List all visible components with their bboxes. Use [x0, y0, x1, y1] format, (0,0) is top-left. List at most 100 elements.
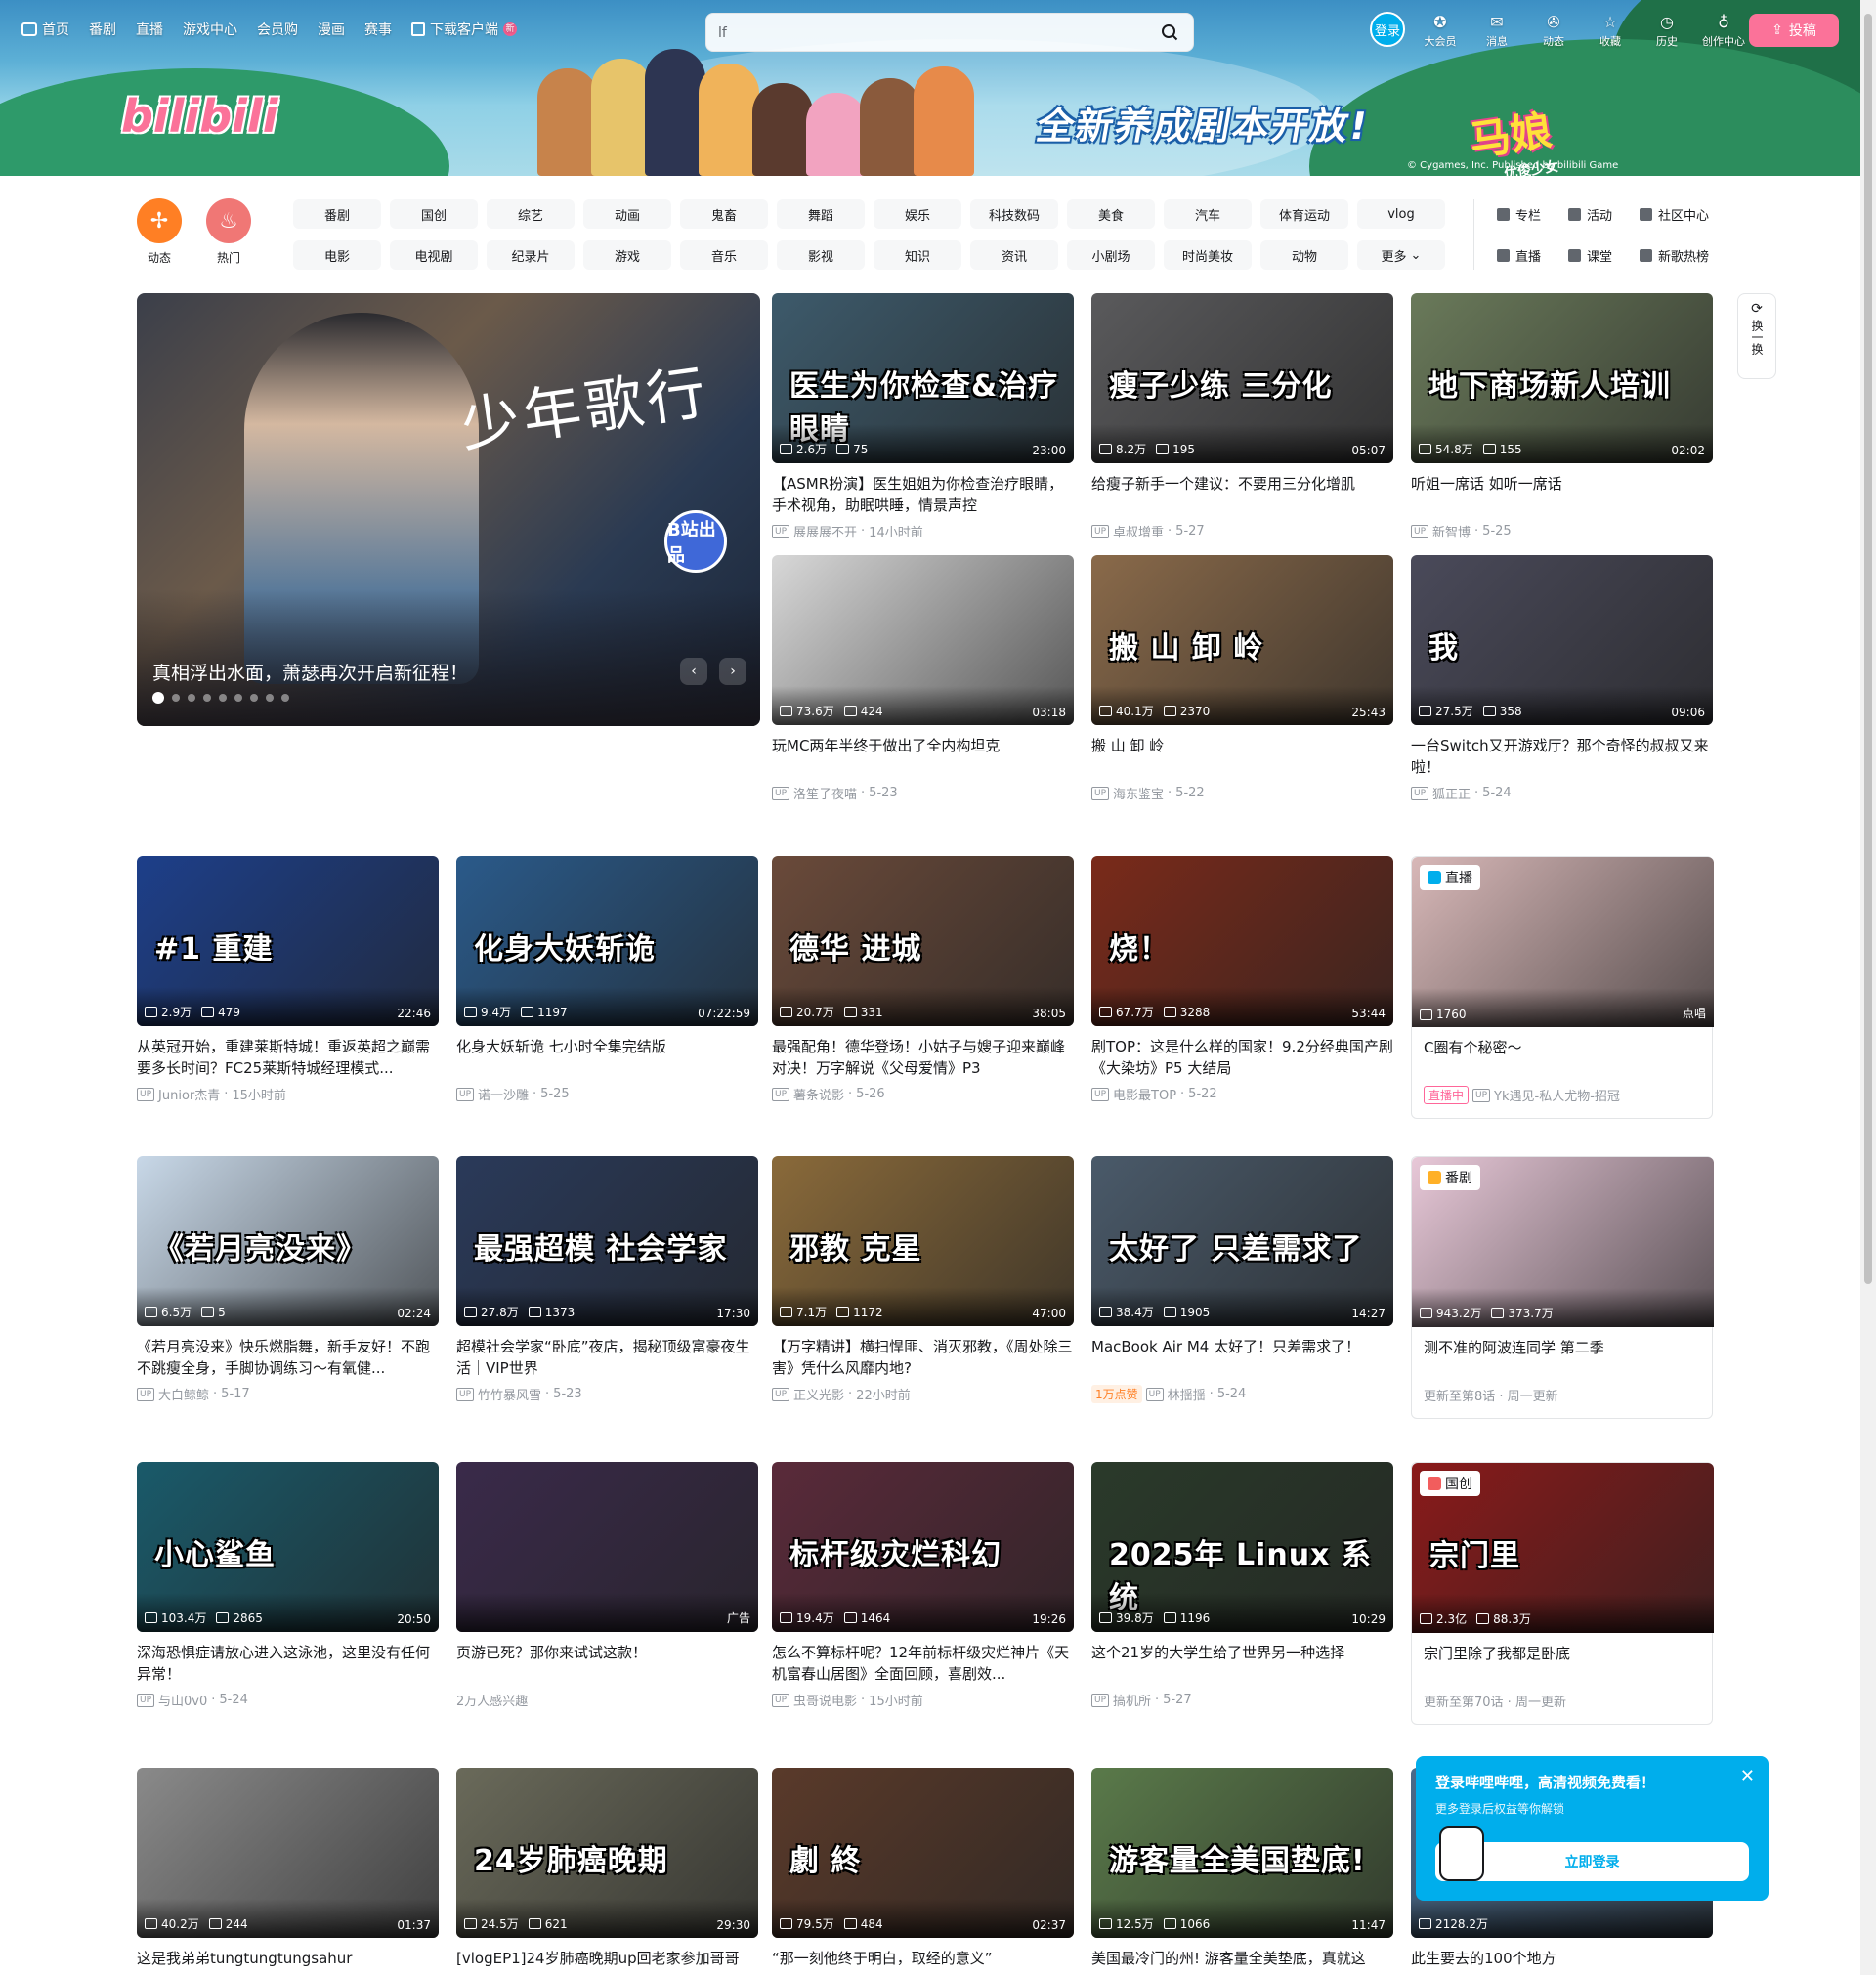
- uploader-name[interactable]: 狐正正: [1432, 784, 1471, 802]
- nav-download-client[interactable]: 下载客户端新: [411, 20, 517, 39]
- channel-button[interactable]: 鬼畜: [680, 199, 768, 229]
- video-thumbnail[interactable]: 瘦子少练 三分化 8.2万 195 05:07: [1091, 293, 1393, 463]
- video-card[interactable]: 劇 終 79.5万 484 02:37 “那一刻他终于明白，取经的意义”: [772, 1768, 1074, 1975]
- channel-button[interactable]: 资讯: [970, 240, 1058, 270]
- video-card[interactable]: 烧！ 67.7万 3288 53:44 剧TOP：这是什么样的国家！9.2分经典国产剧《…: [1091, 856, 1393, 1103]
- video-title[interactable]: 【万字精讲】横扫悍匪、消灭邪教，《周处除三害》凭什么风靡内地?: [772, 1336, 1074, 1379]
- video-title[interactable]: 从英冠开始，重建莱斯特城！重返英超之巅需要多长时间？FC25莱斯特城经理模式..…: [137, 1036, 439, 1079]
- video-title[interactable]: “那一刻他终于明白，取经的意义”: [772, 1948, 1074, 1975]
- carousel-dot[interactable]: [281, 694, 289, 702]
- video-card[interactable]: 《若月亮没来》 6.5万 5 02:24 《若月亮没来》快乐燃脂舞，新手友好！不跑不跳瘦…: [137, 1156, 439, 1403]
- video-thumbnail[interactable]: 德华 进城 20.7万 331 38:05: [772, 856, 1074, 1026]
- carousel-dot[interactable]: [266, 694, 274, 702]
- carousel-dot[interactable]: [152, 692, 164, 704]
- video-card[interactable]: 游客量全美国垫底! 12.5万 1066 11:47 美国最冷门的州! 游客量全美垫底，…: [1091, 1768, 1393, 1975]
- video-title[interactable]: 听姐一席话 如听一席话: [1411, 473, 1713, 516]
- nav-esports[interactable]: 赛事: [364, 20, 392, 39]
- video-card[interactable]: 化身大妖斩诡 9.4万 1197 07:22:59 化身大妖斩诡 七小时全集完结版 UP 诺…: [456, 856, 758, 1103]
- channel-button[interactable]: 小剧场: [1067, 240, 1155, 270]
- nav-member-shop[interactable]: 会员购: [257, 20, 298, 39]
- uploader-name[interactable]: 正义光影: [793, 1385, 844, 1403]
- nav-history[interactable]: ◷ 历史: [1645, 12, 1688, 49]
- video-thumbnail[interactable]: 小心鲨鱼 103.4万 2865 20:50: [137, 1462, 439, 1632]
- video-title[interactable]: 搬 山 卸 岭: [1091, 735, 1393, 778]
- video-card[interactable]: 地下商场新人培训 54.8万 155 02:02 听姐一席话 如听一席话 UP 新智博 · 5-…: [1411, 293, 1713, 540]
- video-title[interactable]: 此生要去的100个地方: [1411, 1948, 1713, 1975]
- nav-vip[interactable]: ✪ 大会员: [1419, 12, 1462, 49]
- upload-button[interactable]: ⇪ 投稿: [1749, 14, 1839, 47]
- channel-button[interactable]: 国创: [390, 199, 478, 229]
- video-card[interactable]: 标杆级灾烂科幻 19.4万 1464 19:26 怎么不算标杆呢？12年前标杆级灾烂神片…: [772, 1462, 1074, 1709]
- channel-button[interactable]: 纪录片: [487, 240, 575, 270]
- uploader-name[interactable]: 洛笙子夜喵: [793, 784, 857, 802]
- video-title[interactable]: 剧TOP：这是什么样的国家！9.2分经典国产剧《大染坊》P5 大结局: [1091, 1036, 1393, 1079]
- video-title[interactable]: 美国最冷门的州! 游客量全美垫底，真就这: [1091, 1948, 1393, 1975]
- video-card[interactable]: 番剧 943.2万 373.7万 测不准的阿波连同学 第二季 更新至第8话 · 周一更新: [1411, 1156, 1714, 1419]
- video-thumbnail[interactable]: 标杆级灾烂科幻 19.4万 1464 19:26: [772, 1462, 1074, 1632]
- video-thumbnail[interactable]: 番剧 943.2万 373.7万: [1412, 1157, 1714, 1327]
- video-title[interactable]: 页游已死？那你来试试这款！: [456, 1642, 758, 1685]
- nav-message[interactable]: ✉ 消息: [1475, 12, 1518, 49]
- video-thumbnail[interactable]: 40.2万 244 01:37: [137, 1768, 439, 1938]
- channel-button[interactable]: 番剧: [293, 199, 381, 229]
- carousel-dot[interactable]: [234, 694, 242, 702]
- video-card[interactable]: 73.6万 424 03:18 玩MC两年半终于做出了全内构坦克 UP 洛笙子夜喵 · 5-2…: [772, 555, 1074, 802]
- video-thumbnail[interactable]: 直播 1760 点唱: [1412, 857, 1714, 1027]
- video-thumbnail[interactable]: 邪教 克星 7.1万 1172 47:00: [772, 1156, 1074, 1326]
- channel-button[interactable]: 综艺: [487, 199, 575, 229]
- channel-button[interactable]: vlog: [1357, 199, 1445, 229]
- carousel-dot[interactable]: [172, 694, 180, 702]
- video-card[interactable]: 广告 页游已死？那你来试试这款！ 2万人感兴趣: [456, 1462, 758, 1709]
- video-title[interactable]: [vlogEP1]24岁肺癌晚期up回老家参加哥哥: [456, 1948, 758, 1975]
- uploader-name[interactable]: 搞机所: [1113, 1691, 1151, 1709]
- video-title[interactable]: 一台Switch又开游戏厅？那个奇怪的叔叔又来啦！: [1411, 735, 1713, 778]
- channel-button[interactable]: 体育运动: [1260, 199, 1348, 229]
- search-button[interactable]: [1154, 19, 1185, 46]
- uploader-name[interactable]: 卓叔增重: [1113, 522, 1164, 540]
- uploader-name[interactable]: Yk遇见-私人尤物-招冠: [1494, 1086, 1620, 1104]
- bilibili-logo[interactable]: bilibili: [121, 90, 277, 143]
- channel-button[interactable]: 电影: [293, 240, 381, 270]
- nav-creator-center[interactable]: ♁ 创作中心: [1702, 12, 1745, 49]
- login-avatar-button[interactable]: 登录: [1370, 12, 1405, 47]
- video-card[interactable]: 搬 山 卸 岭 40.1万 2370 25:43 搬 山 卸 岭 UP 海东鉴宝 · 5-22: [1091, 555, 1393, 802]
- channel-link[interactable]: 直播: [1497, 240, 1541, 270]
- uploader-name[interactable]: Junior杰青: [158, 1085, 220, 1103]
- channel-dynamic[interactable]: ✢ 动态: [137, 198, 182, 266]
- uploader-name[interactable]: 电影最TOP: [1113, 1085, 1176, 1103]
- video-card[interactable]: 40.2万 244 01:37 这是我弟弟tungtungtungsahur: [137, 1768, 439, 1975]
- video-title[interactable]: 这是我弟弟tungtungtungsahur: [137, 1948, 439, 1975]
- refresh-button[interactable]: ⟳ 换一换: [1737, 293, 1776, 379]
- video-card[interactable]: 邪教 克星 7.1万 1172 47:00 【万字精讲】横扫悍匪、消灭邪教，《周处除三害…: [772, 1156, 1074, 1403]
- uploader-name[interactable]: 薯条说影: [793, 1085, 844, 1103]
- uploader-name[interactable]: 林揺揺: [1168, 1385, 1206, 1403]
- video-title[interactable]: C圈有个秘密～: [1412, 1037, 1712, 1080]
- channel-link[interactable]: 社区中心: [1640, 199, 1709, 229]
- video-title[interactable]: 怎么不算标杆呢？12年前标杆级灾烂神片《天机富春山居图》全面回顾，喜剧效...: [772, 1642, 1074, 1685]
- uploader-name[interactable]: 诺一沙雕: [478, 1085, 529, 1103]
- video-thumbnail[interactable]: 《若月亮没来》 6.5万 5 02:24: [137, 1156, 439, 1326]
- uploader-name[interactable]: 竹竹暴风雪: [478, 1385, 541, 1403]
- nav-manga[interactable]: 漫画: [318, 20, 345, 39]
- channel-button[interactable]: 音乐: [680, 240, 768, 270]
- video-title[interactable]: MacBook Air M4 太好了！只差需求了！: [1091, 1336, 1393, 1379]
- channel-button[interactable]: 更多 ⌄: [1357, 240, 1445, 270]
- channel-link[interactable]: 活动: [1568, 199, 1612, 229]
- video-card[interactable]: 我 27.5万 358 09:06 一台Switch又开游戏厅？那个奇怪的叔叔又来啦！ U…: [1411, 555, 1713, 802]
- nav-home[interactable]: 首页: [21, 20, 69, 39]
- video-thumbnail[interactable]: 医生为你检查&治疗眼睛2.6万7523:00: [772, 293, 1074, 463]
- video-title[interactable]: 【ASMR扮演】医生姐姐为你检查治疗眼睛，手术视角，助眠哄睡，情景声控: [772, 473, 1074, 516]
- featured-carousel[interactable]: 少年歌行 B站出品 真相浮出水面，萧瑟再次开启新征程！ ‹ ›: [137, 293, 760, 726]
- video-thumbnail[interactable]: 游客量全美国垫底! 12.5万 1066 11:47: [1091, 1768, 1393, 1938]
- banner-promo-text[interactable]: 全新养成剧本开放!: [1033, 96, 1374, 150]
- uploader-name[interactable]: 大白鲸鲸: [158, 1385, 209, 1403]
- video-title[interactable]: 《若月亮没来》快乐燃脂舞，新手友好！不跑不跳瘦全身，手脚协调练习～有氧健...: [137, 1336, 439, 1379]
- video-title[interactable]: 超模社会学家“卧底”夜店，揭秘顶级富豪夜生活｜VIP世界: [456, 1336, 758, 1379]
- channel-link[interactable]: 新歌热榜: [1640, 240, 1709, 270]
- video-thumbnail[interactable]: 地下商场新人培训 54.8万 155 02:02: [1411, 293, 1713, 463]
- channel-button[interactable]: 汽车: [1164, 199, 1252, 229]
- channel-link[interactable]: 专栏: [1497, 199, 1541, 229]
- banner-characters[interactable]: [537, 49, 987, 176]
- nav-live[interactable]: 直播: [136, 20, 163, 39]
- video-card[interactable]: 德华 进城 20.7万 331 38:05 最强配角！德华登场！小姑子与嫂子迎来巅峰对决…: [772, 856, 1074, 1103]
